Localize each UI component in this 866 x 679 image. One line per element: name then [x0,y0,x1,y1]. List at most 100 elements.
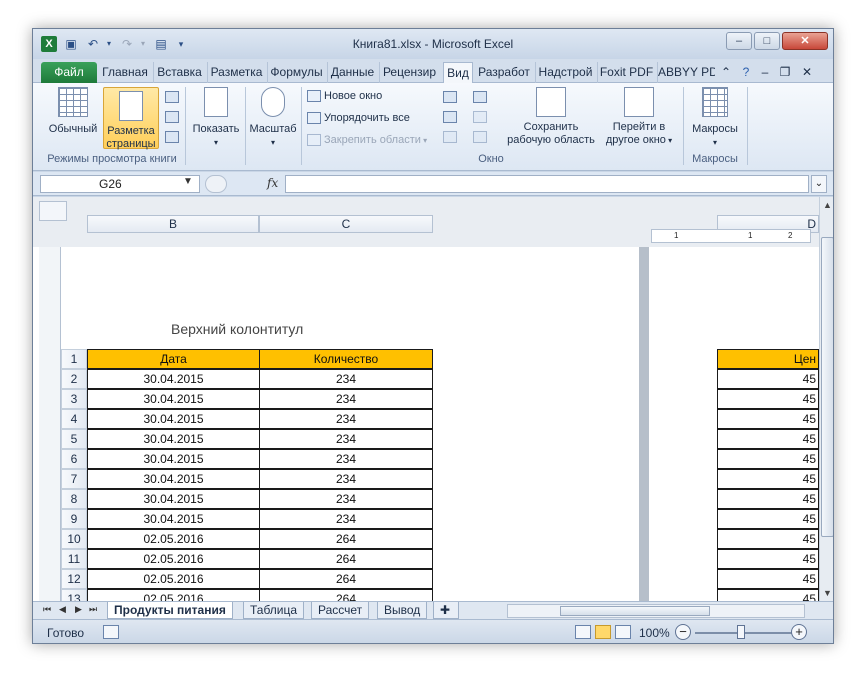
row-header[interactable]: 3 [61,389,87,409]
row-header[interactable]: 10 [61,529,87,549]
help-icon[interactable]: ? [739,62,753,83]
tab-insert[interactable]: Вставка [153,62,205,83]
table-cell[interactable]: 234 [259,389,433,409]
macros-button[interactable]: Макросы ▾ [687,87,743,149]
select-all-corner[interactable] [39,201,67,221]
page-header-text[interactable]: Верхний колонтитул [171,321,303,337]
unhide-window-icon[interactable] [443,131,457,143]
table-cell[interactable]: 45 [717,549,819,569]
split-icon[interactable] [443,91,457,103]
workbook-restore-icon[interactable]: ❐ [777,62,793,83]
table-cell[interactable]: 30.04.2015 [87,429,260,449]
table-cell[interactable]: 234 [259,509,433,529]
table-cell[interactable]: 02.05.2016 [87,529,260,549]
table-cell[interactable]: 45 [717,509,819,529]
macro-record-icon[interactable] [103,625,119,639]
save-workspace-button[interactable]: Сохранить рабочую область [503,87,599,147]
reset-window-position-icon[interactable] [473,131,487,143]
hide-window-icon[interactable] [443,111,457,123]
tab-home[interactable]: Главная [99,62,151,83]
row-header[interactable]: 11 [61,549,87,569]
scroll-down-icon[interactable]: ▼ [820,585,833,601]
formula-input[interactable] [285,175,809,193]
row-header[interactable]: 4 [61,409,87,429]
sheet-tab-products[interactable]: Продукты питания [107,602,233,619]
table-header-cell[interactable]: Дата [87,349,260,369]
normal-view-status-icon[interactable] [575,625,591,639]
column-header-c[interactable]: C [259,215,433,233]
table-cell[interactable]: 45 [717,569,819,589]
table-cell[interactable]: 30.04.2015 [87,489,260,509]
arrange-all-button[interactable]: Упорядочить все [307,109,410,127]
row-header[interactable]: 2 [61,369,87,389]
formula-bar-resize-handle[interactable] [205,175,227,193]
sheet-tab-table[interactable]: Таблица [243,602,305,619]
table-cell[interactable]: 45 [717,469,819,489]
prev-sheet-icon[interactable]: ◀ [59,604,66,615]
table-cell[interactable]: 234 [259,469,433,489]
insert-function-icon[interactable]: fx [267,176,278,190]
table-cell[interactable]: 234 [259,449,433,469]
page-break-status-icon[interactable] [615,625,631,639]
table-cell[interactable]: 30.04.2015 [87,369,260,389]
row-header[interactable]: 7 [61,469,87,489]
table-cell[interactable]: 234 [259,429,433,449]
table-cell[interactable]: 02.05.2016 [87,569,260,589]
expand-formula-bar-icon[interactable]: ⌄ [811,175,827,193]
table-cell[interactable]: 264 [259,569,433,589]
table-cell[interactable]: 45 [717,369,819,389]
tab-data[interactable]: Данные [327,62,377,83]
next-sheet-icon[interactable]: ▶ [75,604,82,615]
horizontal-scroll-thumb[interactable] [560,606,710,616]
page-layout-view-button[interactable]: Разметка страницы [103,87,159,150]
row-header[interactable]: 1 [61,349,87,369]
vertical-scrollbar[interactable]: ▲ ▼ [819,197,833,601]
tab-page-layout[interactable]: Разметка [207,62,265,83]
tab-abbyy-pdf[interactable]: ABBYY PD [657,62,715,83]
row-header[interactable]: 5 [61,429,87,449]
minimize-ribbon-icon[interactable]: ⌃ [719,62,733,83]
row-header[interactable]: 12 [61,569,87,589]
table-cell[interactable]: 30.04.2015 [87,509,260,529]
column-header-b[interactable]: B [87,215,259,233]
scroll-up-icon[interactable]: ▲ [820,197,833,213]
table-header-cell[interactable]: Количество [259,349,433,369]
insert-sheet-icon[interactable]: ✚ [433,602,459,619]
table-cell[interactable]: 264 [259,529,433,549]
workbook-close-icon[interactable]: ✕ [799,62,815,83]
page-break-preview-icon[interactable] [165,91,179,103]
table-cell[interactable]: 30.04.2015 [87,409,260,429]
zoom-button[interactable]: Масштаб ▾ [247,87,299,149]
zoom-slider-thumb[interactable] [737,625,745,639]
zoom-slider-track[interactable] [695,632,795,634]
table-cell[interactable]: 234 [259,409,433,429]
table-cell[interactable]: 45 [717,529,819,549]
table-cell[interactable]: 45 [717,489,819,509]
tab-developer[interactable]: Разработ [475,62,533,83]
tab-addins[interactable]: Надстрой [535,62,595,83]
horizontal-scrollbar[interactable] [507,604,805,618]
close-button[interactable]: ✕ [782,32,828,50]
new-window-button[interactable]: Новое окно [307,87,382,105]
maximize-button[interactable]: □ [754,32,780,50]
table-cell[interactable]: 45 [717,429,819,449]
table-cell[interactable]: 30.04.2015 [87,469,260,489]
switch-windows-button[interactable]: Перейти в другое окно ▾ [599,87,679,147]
full-screen-icon[interactable] [165,131,179,143]
table-header-cell[interactable]: Цен [717,349,819,369]
zoom-in-button[interactable]: + [791,624,807,640]
tab-file[interactable]: Файл [41,62,97,83]
zoom-level[interactable]: 100% [639,626,670,640]
normal-view-button[interactable]: Обычный [43,87,103,136]
view-side-by-side-icon[interactable] [473,91,487,103]
sheet-tab-calculation[interactable]: Рассчет [311,602,370,619]
tab-foxit-pdf[interactable]: Foxit PDF [597,62,655,83]
custom-views-icon[interactable] [165,111,179,123]
table-cell[interactable]: 234 [259,489,433,509]
name-box-dropdown-icon[interactable]: ▼ [183,176,193,187]
row-header[interactable]: 8 [61,489,87,509]
vertical-scroll-thumb[interactable] [821,237,833,537]
first-sheet-icon[interactable]: ⏮ [43,604,51,615]
tab-formulas[interactable]: Формулы [267,62,325,83]
tab-review[interactable]: Рецензир [379,62,439,83]
